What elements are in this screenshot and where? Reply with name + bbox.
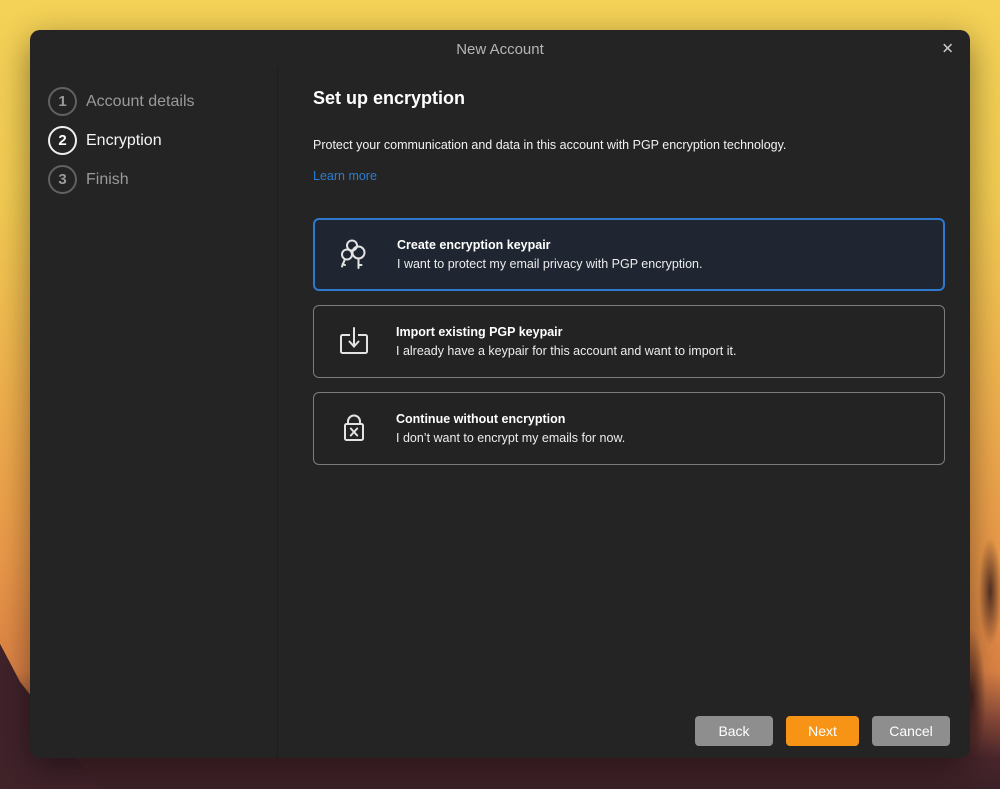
wizard-steps-sidebar: 1 Account details 2 Encryption 3 Finish [30, 68, 278, 758]
option-title: Create encryption keypair [397, 238, 702, 252]
option-text: Import existing PGP keypair I already ha… [396, 325, 736, 358]
dialog-titlebar[interactable]: New Account ✕ [30, 30, 970, 68]
cancel-button[interactable]: Cancel [872, 716, 950, 746]
page-title: Set up encryption [313, 88, 945, 109]
option-create-keypair[interactable]: Create encryption keypair I want to prot… [313, 218, 945, 291]
learn-more-link[interactable]: Learn more [313, 169, 377, 183]
step-account-details: 1 Account details [48, 82, 277, 121]
option-import-keypair[interactable]: Import existing PGP keypair I already ha… [313, 305, 945, 378]
page-description: Protect your communication and data in t… [313, 138, 945, 152]
option-description: I want to protect my email privacy with … [397, 257, 702, 271]
wizard-content: Set up encryption Protect your communica… [278, 68, 970, 758]
import-icon [336, 324, 372, 360]
step-label: Account details [86, 93, 195, 111]
keys-icon [337, 237, 373, 273]
option-title: Continue without encryption [396, 412, 625, 426]
step-label: Finish [86, 171, 129, 189]
close-button[interactable]: ✕ [941, 42, 954, 57]
step-label: Encryption [86, 132, 162, 150]
dialog-footer: Back Next Cancel [695, 716, 950, 746]
option-no-encryption[interactable]: Continue without encryption I don’t want… [313, 392, 945, 465]
step-encryption: 2 Encryption [48, 121, 277, 160]
step-number-badge: 1 [48, 87, 77, 116]
new-account-dialog: New Account ✕ 1 Account details 2 Encryp… [30, 30, 970, 758]
option-text: Continue without encryption I don’t want… [396, 412, 625, 445]
option-description: I already have a keypair for this accoun… [396, 344, 736, 358]
encryption-options: Create encryption keypair I want to prot… [313, 218, 945, 465]
step-number-badge: 3 [48, 165, 77, 194]
next-button[interactable]: Next [786, 716, 859, 746]
option-text: Create encryption keypair I want to prot… [397, 238, 702, 271]
step-finish: 3 Finish [48, 160, 277, 199]
close-icon: ✕ [941, 41, 954, 58]
dialog-body: 1 Account details 2 Encryption 3 Finish … [30, 68, 970, 758]
lock-x-icon [336, 411, 372, 447]
step-number-badge: 2 [48, 126, 77, 155]
dialog-title: New Account [456, 41, 544, 58]
back-button[interactable]: Back [695, 716, 773, 746]
option-description: I don’t want to encrypt my emails for no… [396, 431, 625, 445]
option-title: Import existing PGP keypair [396, 325, 736, 339]
